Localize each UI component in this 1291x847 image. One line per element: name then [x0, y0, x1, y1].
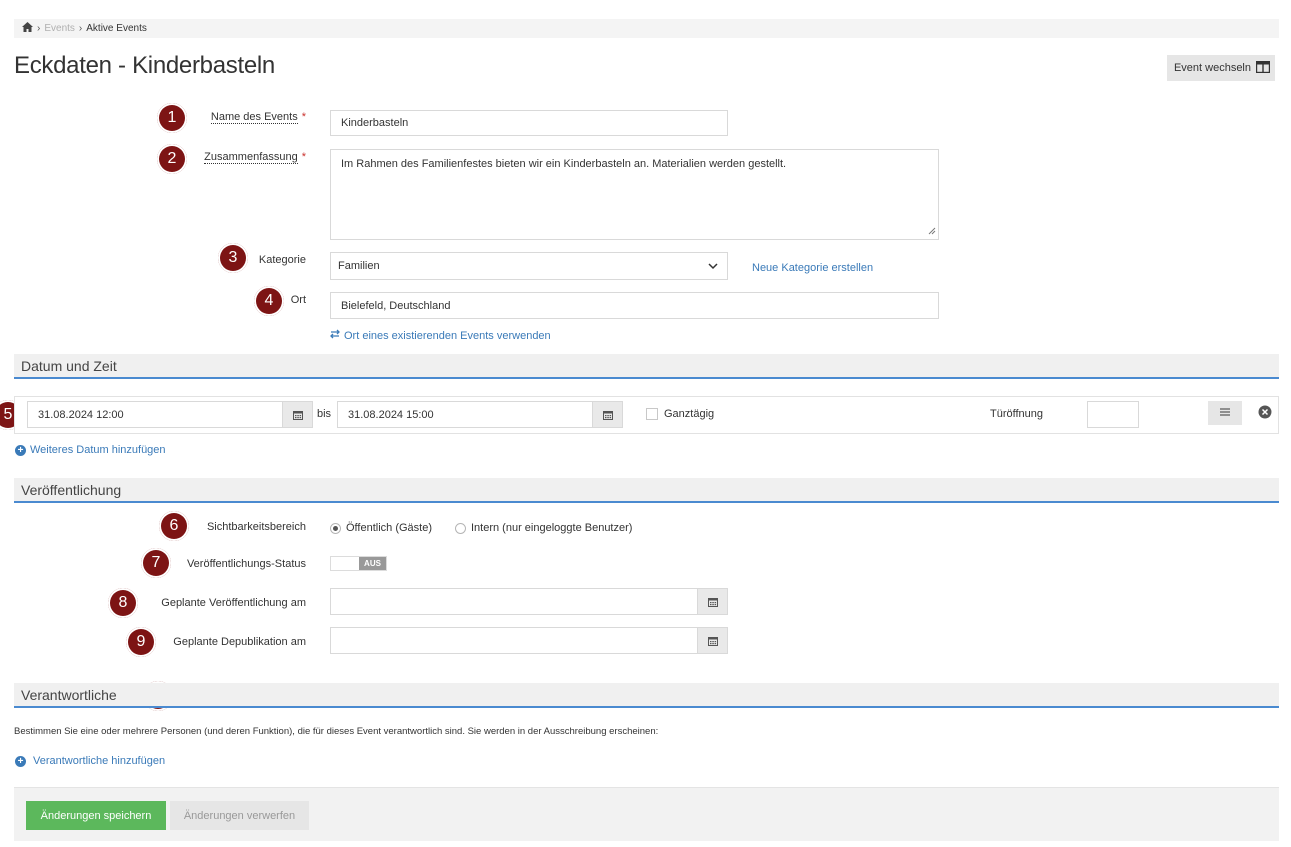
marker-8: 8 — [108, 588, 138, 618]
summary-textarea[interactable]: Im Rahmen des Familienfestes bieten wir … — [330, 149, 939, 240]
category-selected: Familien — [338, 260, 380, 272]
status-toggle[interactable]: AUS — [330, 556, 387, 571]
event-switch-label: Event wechseln — [1173, 62, 1251, 74]
calendar-icon[interactable] — [697, 628, 727, 653]
status-label: Veröffentlichungs-Status — [186, 558, 306, 570]
visibility-option-internal[interactable]: Intern (nur eingeloggte Benutzer) — [455, 522, 632, 534]
visibility-label: Sichtbarkeitsbereich — [206, 521, 306, 533]
visibility-internal-label: Intern (nur eingeloggte Benutzer) — [471, 522, 633, 534]
add-responsible-text: Verantwortliche hinzufügen — [33, 755, 166, 767]
responsible-description: Bestimmen Sie eine oder mehrere Personen… — [14, 726, 659, 737]
start-date-input[interactable]: 31.08.2024 12:00 — [27, 401, 313, 428]
category-select[interactable]: Familien — [330, 252, 728, 280]
columns-icon — [1255, 60, 1271, 76]
exchange-icon — [330, 329, 340, 342]
event-switch-button[interactable]: Event wechseln — [1167, 55, 1275, 81]
calendar-icon[interactable] — [592, 402, 622, 427]
planned-depublication-label: Geplante Depublikation am — [173, 636, 306, 648]
radio-internal[interactable] — [455, 522, 466, 534]
planned-publication-label: Geplante Veröffentlichung am — [161, 597, 306, 609]
plus-circle-icon: + — [15, 755, 26, 767]
home-icon[interactable] — [22, 22, 33, 35]
resize-handle-icon[interactable] — [928, 226, 936, 238]
plus-circle-icon: + — [15, 444, 26, 456]
visibility-public-label: Öffentlich (Gäste) — [346, 522, 432, 534]
calendar-icon[interactable] — [697, 589, 727, 614]
discard-button[interactable]: Änderungen verwerfen — [170, 801, 309, 830]
category-label: Kategorie — [258, 254, 306, 266]
breadcrumb: › Events › Aktive Events — [14, 19, 1279, 38]
door-opening-input[interactable] — [1087, 401, 1139, 428]
chevron-right-icon: › — [78, 23, 83, 34]
location-reuse-text: Ort eines existierenden Events verwenden — [344, 329, 551, 342]
date-options-button[interactable] — [1208, 401, 1242, 425]
end-date-input[interactable]: 31.08.2024 15:00 — [337, 401, 623, 428]
date-separator: bis — [317, 408, 332, 420]
location-input[interactable]: Bielefeld, Deutschland — [330, 292, 939, 319]
location-label: Ort — [290, 294, 306, 306]
remove-date-icon[interactable] — [1258, 405, 1272, 422]
start-date-value: 31.08.2024 12:00 — [38, 408, 124, 421]
radio-public[interactable] — [330, 522, 341, 534]
toggle-state: AUS — [359, 557, 386, 570]
end-date-value: 31.08.2024 15:00 — [348, 408, 434, 421]
planned-depublication-input[interactable] — [330, 627, 728, 654]
breadcrumb-active-events: Aktive Events — [86, 23, 147, 34]
event-name-input[interactable]: Kinderbasteln — [330, 110, 728, 136]
new-category-link[interactable]: Neue Kategorie erstellen — [752, 262, 873, 274]
summary-text: Im Rahmen des Familienfestes bieten wir … — [341, 158, 787, 170]
save-button[interactable]: Änderungen speichern — [26, 801, 166, 830]
section-publication: Veröffentlichung — [14, 478, 1279, 503]
calendar-icon[interactable] — [282, 402, 312, 427]
chevron-right-icon: › — [37, 23, 41, 34]
breadcrumb-events[interactable]: Events — [44, 23, 75, 34]
section-responsible: Verantwortliche — [14, 683, 1279, 708]
visibility-option-public[interactable]: Öffentlich (Gäste) — [330, 522, 432, 534]
all-day-label: Ganztägig — [664, 408, 715, 420]
chevron-down-icon — [708, 261, 718, 273]
all-day-checkbox[interactable] — [646, 408, 658, 420]
page-title: Eckdaten - Kinderbasteln — [14, 52, 275, 79]
add-responsible-link[interactable]: + Verantwortliche hinzufügen — [15, 755, 165, 767]
section-date-time: Datum und Zeit — [14, 354, 1279, 379]
summary-label: Zusammenfassung * — [204, 151, 306, 164]
name-label: Name des Events * — [210, 111, 306, 124]
menu-icon — [1220, 407, 1230, 419]
add-date-link[interactable]: + Weiteres Datum hinzufügen — [15, 444, 166, 456]
toggle-knob — [331, 557, 359, 570]
planned-publication-input[interactable] — [330, 588, 728, 615]
location-reuse-link[interactable]: Ort eines existierenden Events verwenden — [330, 329, 551, 342]
door-opening-label: Türöffnung — [990, 408, 1044, 420]
add-date-text: Weiteres Datum hinzufügen — [30, 444, 166, 456]
